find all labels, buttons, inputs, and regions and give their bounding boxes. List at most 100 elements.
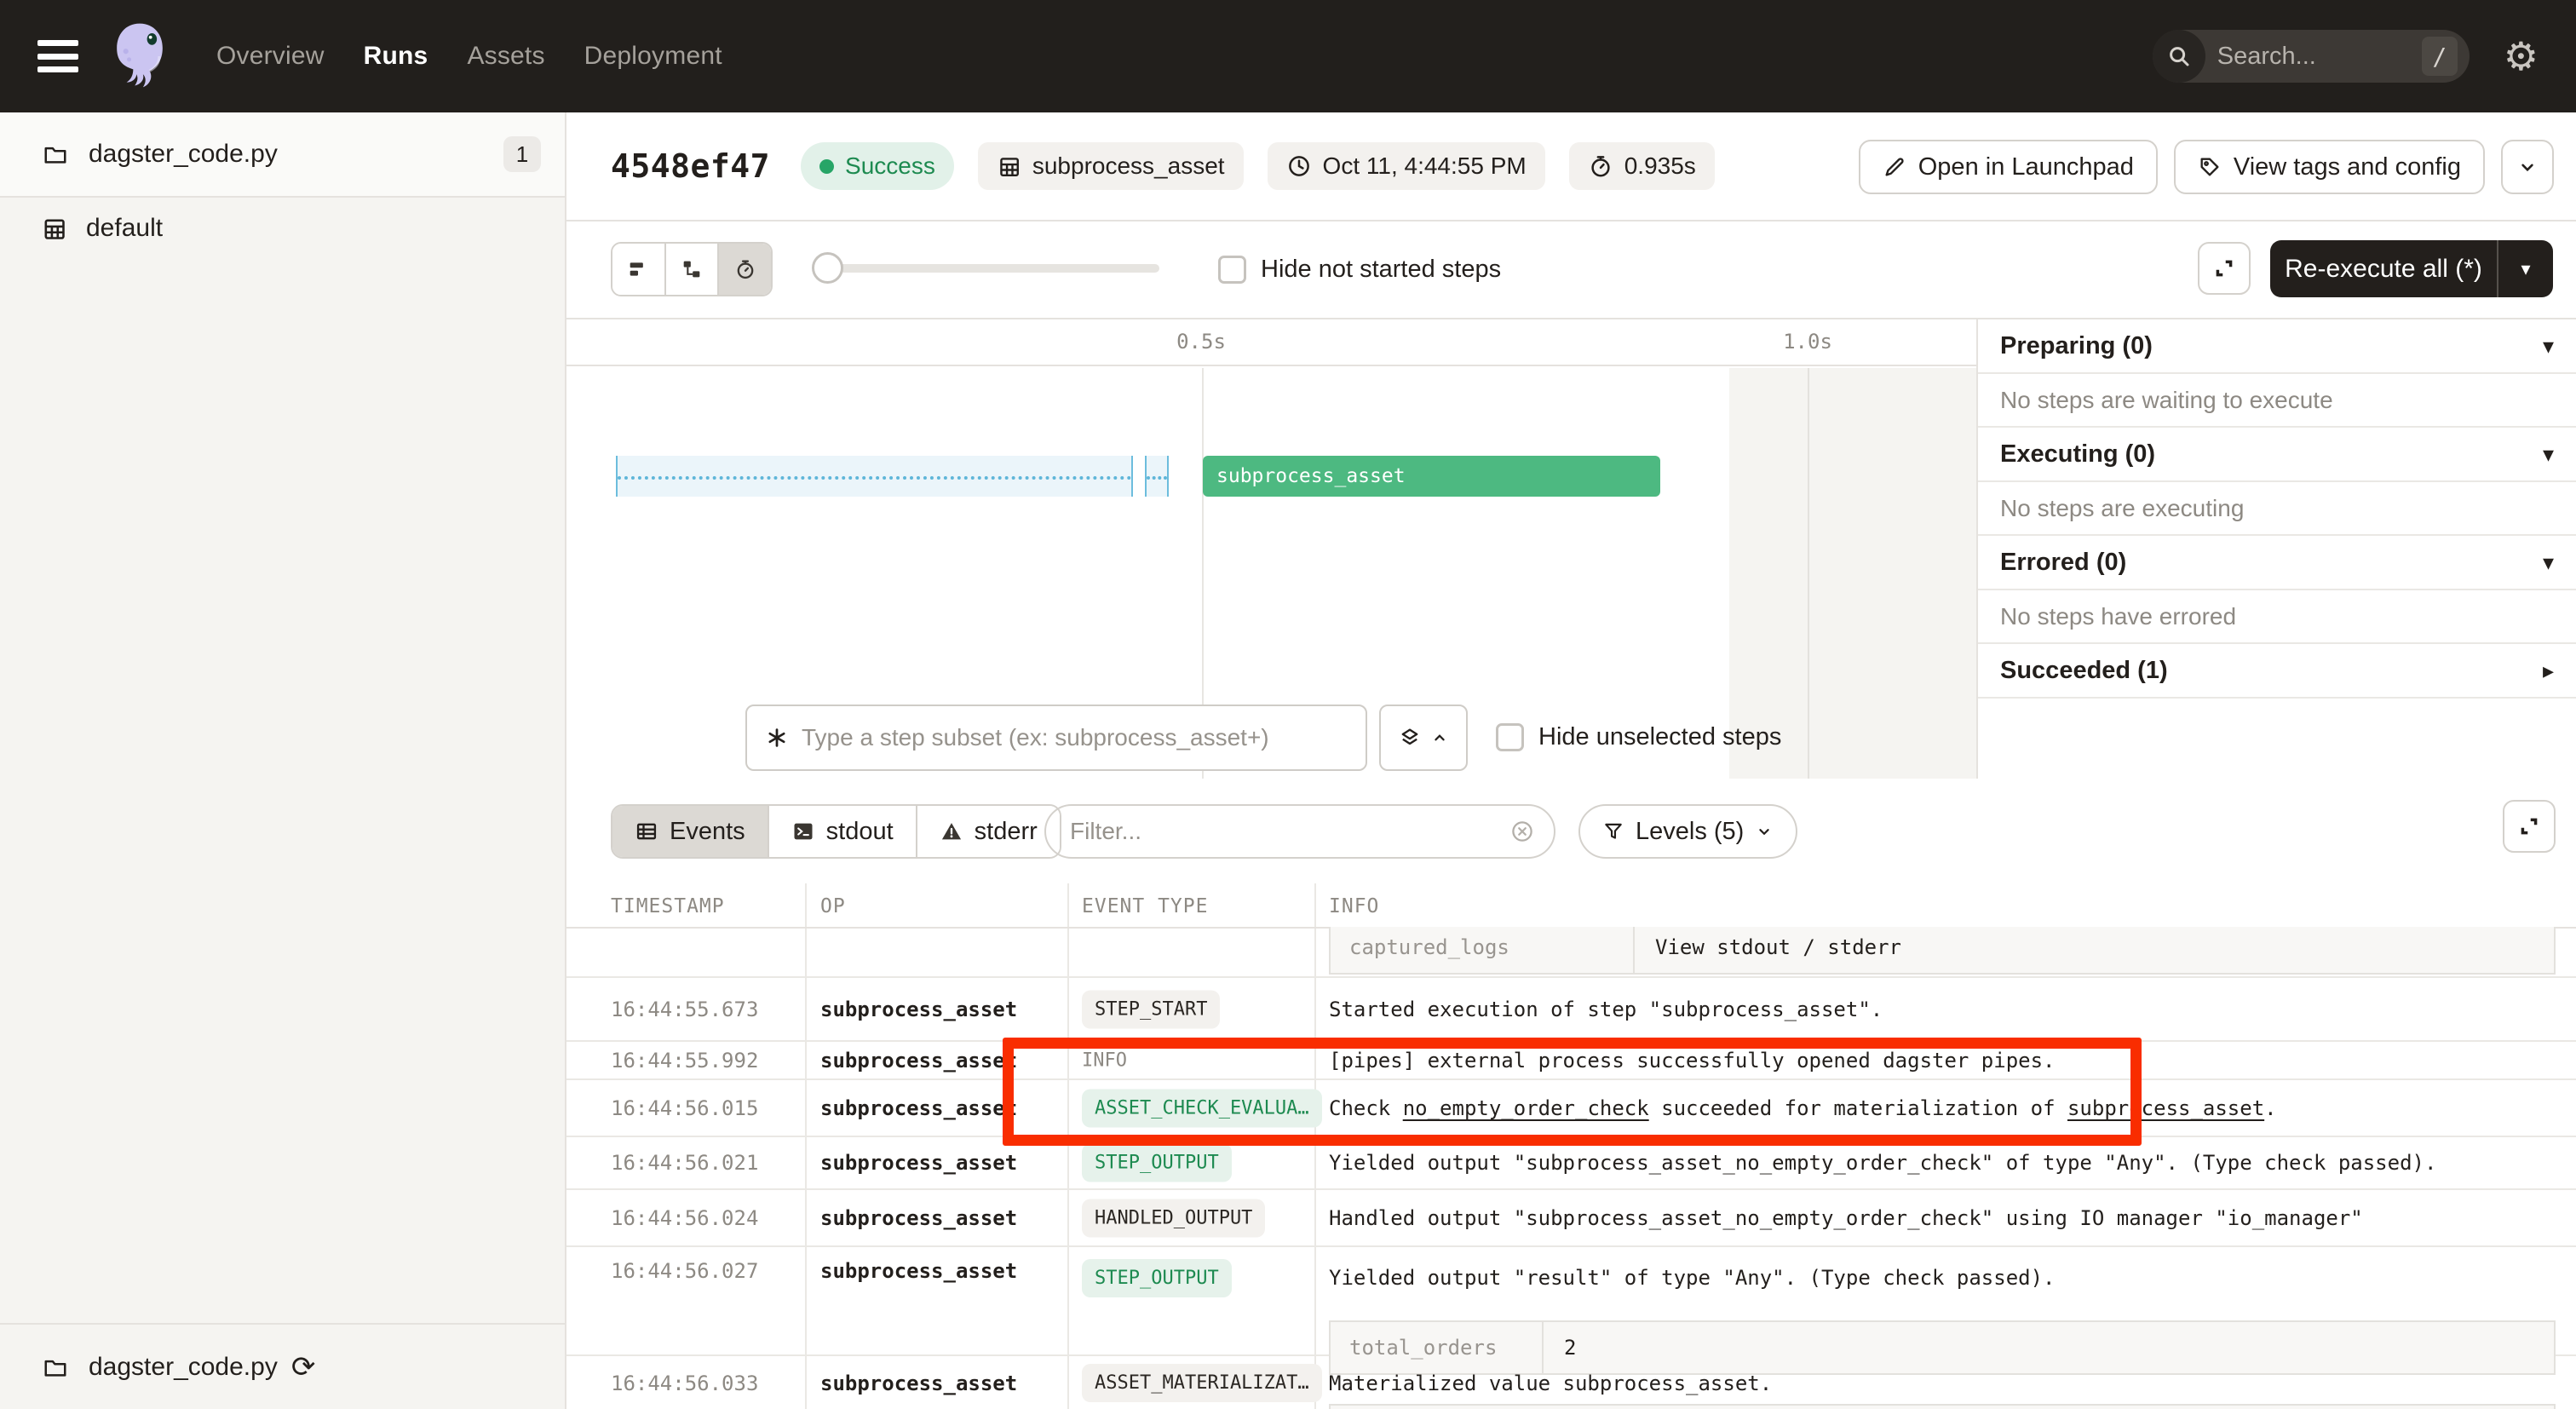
hide-unselected-control[interactable]: Hide unselected steps <box>1496 723 1781 751</box>
expand-logs-button[interactable] <box>2503 800 2556 853</box>
sidebar-item-default[interactable]: default <box>0 198 565 259</box>
log-filter-field[interactable] <box>1044 804 1555 859</box>
event-type-badge: STEP_OUTPUT <box>1082 1259 1232 1297</box>
col-info: INFO <box>1329 895 1379 917</box>
section-errored[interactable]: Errored (0) ▾ <box>1978 536 2576 590</box>
hide-unselected-checkbox[interactable] <box>1496 723 1524 751</box>
event-type-badge: ASSET_MATERIALIZAT… <box>1082 1364 1322 1402</box>
log-table: TIMESTAMP OP EVENT TYPE INFO captured_lo… <box>566 883 2576 1409</box>
tab-events[interactable]: Events <box>612 806 769 857</box>
open-in-launchpad-button[interactable]: Open in Launchpad <box>1859 140 2158 194</box>
gear-icon[interactable]: ⚙ <box>2504 37 2539 76</box>
funnel-icon <box>1602 820 1624 843</box>
run-actions-dropdown-button[interactable] <box>2501 140 2554 194</box>
log-op: subprocess_asset <box>820 998 1017 1021</box>
zoom-slider[interactable] <box>819 264 1159 273</box>
header-actions: Open in Launchpad View tags and config <box>1859 140 2554 194</box>
status-dot <box>819 159 834 174</box>
log-row[interactable]: 16:44:56.027 subprocess_asset STEP_OUTPU… <box>566 1247 2576 1356</box>
main-content: 4548ef47 Success subprocess_asset Oct 11… <box>566 112 2576 1409</box>
step-status-panel: Preparing (0) ▾ No steps are waiting to … <box>1976 319 2576 779</box>
view-tags-config-button[interactable]: View tags and config <box>2174 140 2485 194</box>
col-op: OP <box>820 895 846 917</box>
log-tabs: Events stdout stderr <box>611 804 1061 859</box>
hide-not-started-control[interactable]: Hide not started steps <box>1218 256 1501 284</box>
clear-filter-icon[interactable] <box>1509 819 1535 844</box>
step-subset-input[interactable] <box>802 724 1330 751</box>
event-type-badge: STEP_OUTPUT <box>1082 1144 1232 1182</box>
levels-filter-button[interactable]: Levels (5) <box>1578 804 1797 859</box>
waiting-segment <box>1145 456 1169 497</box>
expand-icon <box>2517 814 2541 838</box>
log-row[interactable]: 16:44:56.024 subprocess_asset HANDLED_OU… <box>566 1190 2576 1247</box>
section-preparing[interactable]: Preparing (0) ▾ <box>1978 319 2576 374</box>
section-executing[interactable]: Executing (0) ▾ <box>1978 428 2576 482</box>
log-tabbar: Events stdout stderr <box>566 779 2576 883</box>
gantt-toolbar: Hide not started steps Re-execute all (*… <box>566 221 2576 319</box>
job-icon <box>41 216 67 242</box>
search-input[interactable] <box>2217 43 2388 71</box>
log-row[interactable]: 16:44:56.015 subprocess_asset ASSET_CHEC… <box>566 1080 2576 1137</box>
graph-options-button[interactable] <box>1379 704 1468 771</box>
view-waterfall-button[interactable] <box>666 244 720 295</box>
log-info: [pipes] external process successfully op… <box>1329 1049 2056 1073</box>
sidebar-repo-header[interactable]: dagster_code.py 1 <box>0 112 565 198</box>
caret-down-icon: ▾ <box>2543 549 2554 576</box>
reexecute-dropdown-button[interactable]: ▾ <box>2497 240 2553 297</box>
view-flat-button[interactable] <box>612 244 666 295</box>
asset-tag[interactable]: subprocess_asset <box>978 142 1244 190</box>
zoom-slider-knob[interactable] <box>812 252 843 284</box>
log-op: subprocess_asset <box>820 1049 1017 1073</box>
log-filter-input[interactable] <box>1070 818 1509 845</box>
nav-runs[interactable]: Runs <box>364 42 428 71</box>
metadata-key: captured_logs <box>1331 927 1635 973</box>
log-row[interactable]: 16:44:55.673 subprocess_asset STEP_START… <box>566 978 2576 1042</box>
reexecute-all-button[interactable]: Re-execute all (*) ▾ <box>2270 240 2553 297</box>
layers-icon <box>1398 726 1422 750</box>
reload-icon[interactable]: ⟳ <box>291 1353 316 1382</box>
sidebar-footer: dagster_code.py ⟳ <box>0 1323 565 1409</box>
check-name-link[interactable]: no_empty_order_check <box>1403 1096 1649 1120</box>
section-succeeded[interactable]: Succeeded (1) ▸ <box>1978 644 2576 699</box>
hamburger-menu-icon[interactable] <box>37 40 78 72</box>
log-op: subprocess_asset <box>820 1151 1017 1175</box>
log-row[interactable]: 16:44:56.021 subprocess_asset STEP_OUTPU… <box>566 1137 2576 1190</box>
log-op: subprocess_asset <box>820 1096 1017 1120</box>
tab-stdout[interactable]: stdout <box>769 806 917 857</box>
search-icon <box>2153 30 2205 83</box>
log-timestamp: 16:44:56.033 <box>611 1372 758 1395</box>
top-nav: Overview Runs Assets Deployment / ⚙ <box>0 0 2576 112</box>
log-timestamp: 16:44:56.024 <box>611 1206 758 1230</box>
view-timed-button[interactable] <box>719 244 771 295</box>
job-name: default <box>86 214 163 243</box>
expand-gantt-button[interactable] <box>2198 242 2251 295</box>
step-selector-icon <box>764 725 790 751</box>
view-mode-switcher <box>611 242 773 296</box>
log-row[interactable]: 16:44:56.033 subprocess_asset ASSET_MATE… <box>566 1356 2576 1409</box>
hide-not-started-checkbox[interactable] <box>1218 256 1246 284</box>
log-row[interactable]: 16:44:55.992 subprocess_asset INFO [pipe… <box>566 1042 2576 1080</box>
log-info: Started execution of step "subprocess_as… <box>1329 998 1883 1021</box>
gantt-step-bar[interactable]: subprocess_asset <box>1203 456 1660 497</box>
log-op: subprocess_asset <box>820 1259 1017 1283</box>
folder-icon <box>41 141 70 167</box>
dagster-logo[interactable] <box>101 15 179 97</box>
search-shortcut-badge: / <box>2422 37 2458 76</box>
chevron-up-icon <box>1430 728 1449 747</box>
log-info: Handled output "subprocess_asset_no_empt… <box>1329 1206 2363 1230</box>
metadata-table: captured_logs View stdout / stderr <box>1329 927 2556 975</box>
nav-assets[interactable]: Assets <box>467 42 544 71</box>
duration: 0.935s <box>1569 142 1715 190</box>
global-search[interactable]: / <box>2153 30 2470 83</box>
step-subset-row: Hide unselected steps <box>566 704 1976 773</box>
col-timestamp: TIMESTAMP <box>611 895 725 917</box>
nav-overview[interactable]: Overview <box>216 42 325 71</box>
asset-link[interactable]: subprocess_asset <box>2067 1096 2264 1120</box>
tab-stderr[interactable]: stderr <box>917 806 1060 857</box>
nav-deployment[interactable]: Deployment <box>584 42 722 71</box>
run-header: 4548ef47 Success subprocess_asset Oct 11… <box>566 112 2576 221</box>
step-subset-field[interactable] <box>745 704 1367 771</box>
caret-down-icon: ▾ <box>2543 333 2554 359</box>
clock-icon <box>1286 153 1312 179</box>
view-stdout-stderr-link[interactable]: View stdout / stderr <box>1635 927 1922 973</box>
